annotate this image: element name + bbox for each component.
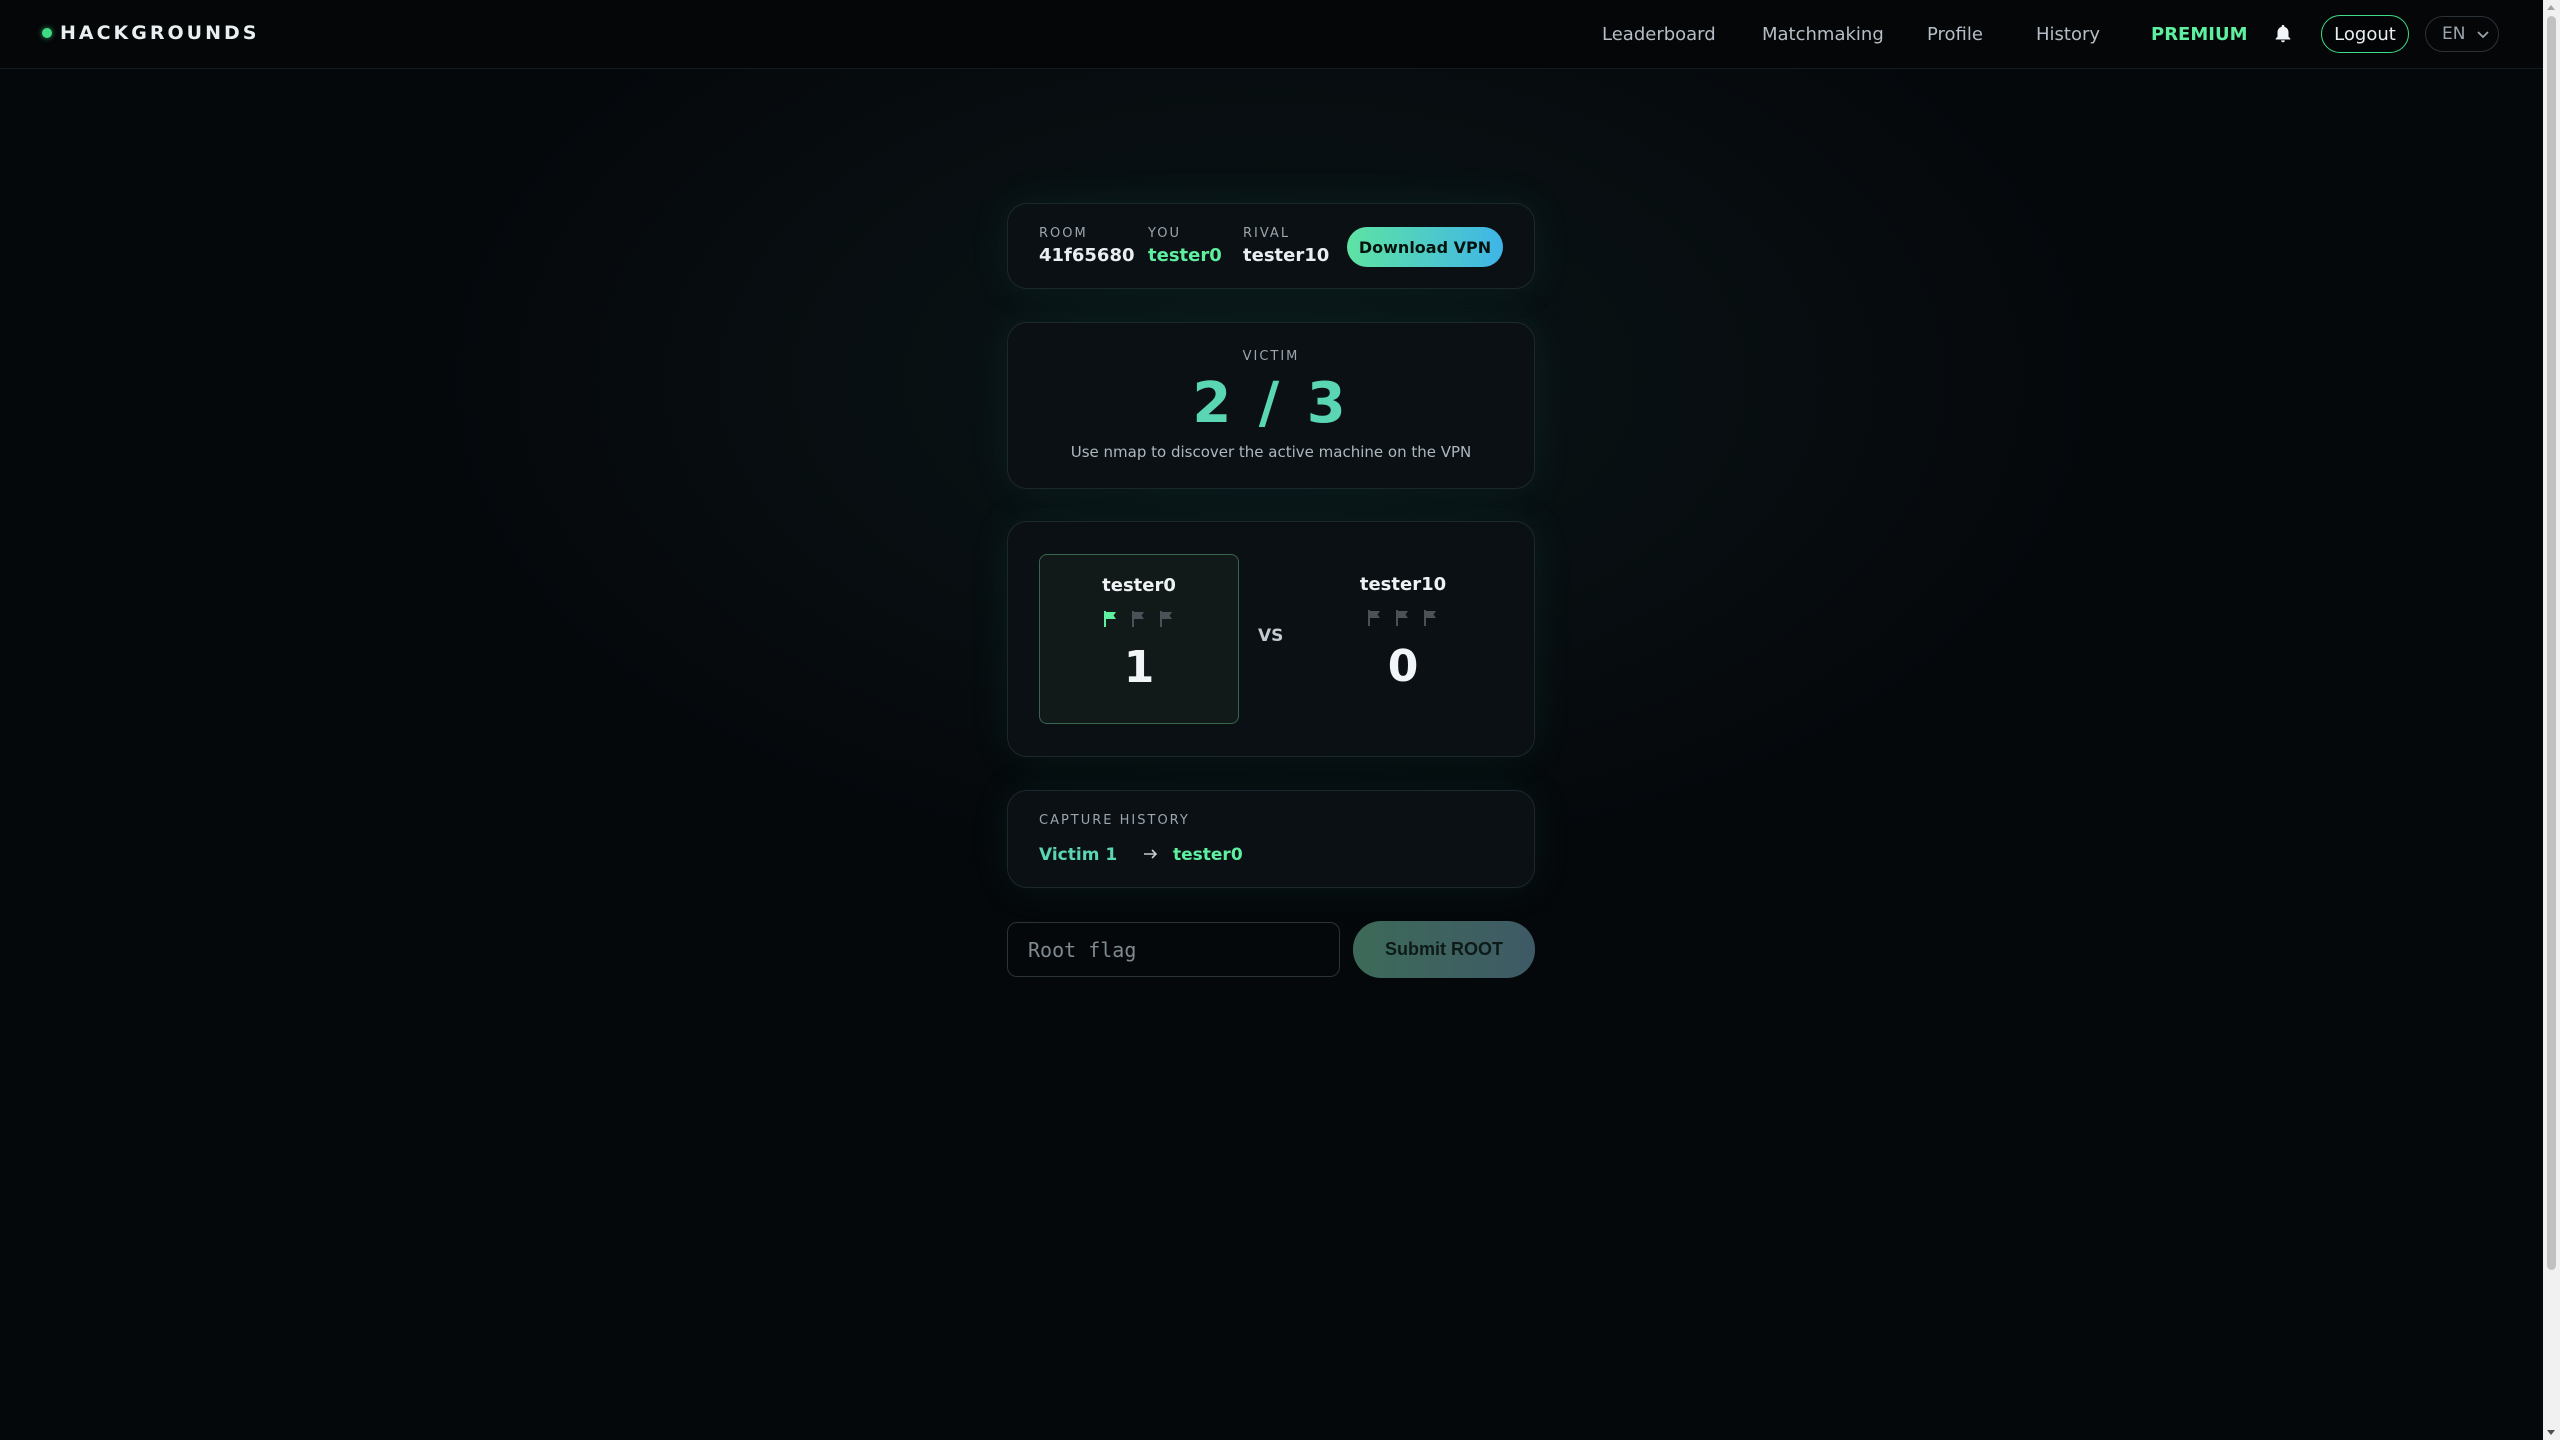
top-navigation-bar: HACKGROUNDS Leaderboard Matchmaking Prof… (0, 0, 2543, 69)
flag-icon (1103, 610, 1119, 630)
brand-dot-icon (42, 28, 52, 38)
victim-label: VICTIM (1242, 349, 1300, 364)
root-flag-input[interactable] (1007, 922, 1340, 977)
brand-name: HACKGROUNDS (60, 22, 260, 44)
nav-history[interactable]: History (2036, 24, 2100, 45)
room-id-block: ROOM 41f65680 (1039, 226, 1135, 266)
flag-icon (1395, 609, 1411, 629)
flag-icon (1367, 609, 1383, 629)
language-value: EN (2442, 24, 2466, 44)
flag-row (1303, 609, 1503, 629)
player-score: 0 (1387, 641, 1419, 692)
scoreboard-card: tester0 1 VS tester10 0 (1007, 521, 1535, 757)
flag-row (1040, 610, 1238, 630)
room-id: 41f65680 (1039, 245, 1135, 266)
chevron-down-icon (2477, 24, 2490, 44)
flag-icon (1423, 609, 1439, 629)
player-name: tester0 (1102, 575, 1176, 596)
room-label: ROOM (1039, 226, 1088, 241)
room-info-card: ROOM 41f65680 YOU tester0 RIVAL tester10… (1007, 203, 1535, 289)
vs-label: VS (1258, 626, 1284, 646)
you-label: YOU (1148, 226, 1181, 241)
scroll-up-arrow-icon[interactable] (2547, 5, 2555, 10)
nav-leaderboard[interactable]: Leaderboard (1602, 24, 1716, 45)
victim-progress: 2 / 3 (1192, 371, 1350, 436)
history-user: tester0 (1173, 845, 1243, 865)
scrollbar-thumb[interactable] (2547, 16, 2556, 1270)
rival-block: RIVAL tester10 (1243, 226, 1329, 266)
page-scrollbar[interactable] (2543, 0, 2560, 1440)
rival-name: tester10 (1243, 245, 1330, 266)
bell-icon[interactable] (2272, 23, 2294, 45)
victim-card: VICTIM 2 / 3 Use nmap to discover the ac… (1007, 322, 1535, 489)
you-name: tester0 (1148, 245, 1222, 266)
rival-label: RIVAL (1243, 226, 1291, 241)
player-card-you: tester0 1 (1039, 554, 1239, 724)
capture-history-label: CAPTURE HISTORY (1039, 813, 1190, 828)
arrow-right-icon (1143, 845, 1173, 865)
nav-profile[interactable]: Profile (1927, 24, 1983, 45)
player-card-rival: tester10 0 (1303, 554, 1503, 724)
logout-button[interactable]: Logout (2321, 15, 2409, 53)
brand-logo[interactable]: HACKGROUNDS (42, 22, 259, 44)
scroll-down-arrow-icon[interactable] (2547, 1430, 2555, 1435)
flag-icon (1159, 610, 1175, 630)
submit-root-button[interactable]: Submit ROOT (1353, 921, 1535, 978)
victim-hint: Use nmap to discover the active machine … (1070, 443, 1472, 461)
capture-history-card: CAPTURE HISTORY Victim 1 tester0 (1007, 790, 1535, 888)
download-vpn-button[interactable]: Download VPN (1347, 227, 1503, 267)
nav-matchmaking[interactable]: Matchmaking (1762, 24, 1884, 45)
nav-premium[interactable]: PREMIUM (2151, 24, 2248, 45)
player-score: 1 (1123, 642, 1155, 693)
flag-icon (1131, 610, 1147, 630)
player-name: tester10 (1359, 574, 1447, 595)
language-select[interactable]: EN (2425, 16, 2499, 52)
you-block: YOU tester0 (1148, 226, 1222, 266)
history-victim: Victim 1 (1039, 845, 1118, 865)
history-entry: Victim 1 tester0 (1039, 845, 1243, 865)
